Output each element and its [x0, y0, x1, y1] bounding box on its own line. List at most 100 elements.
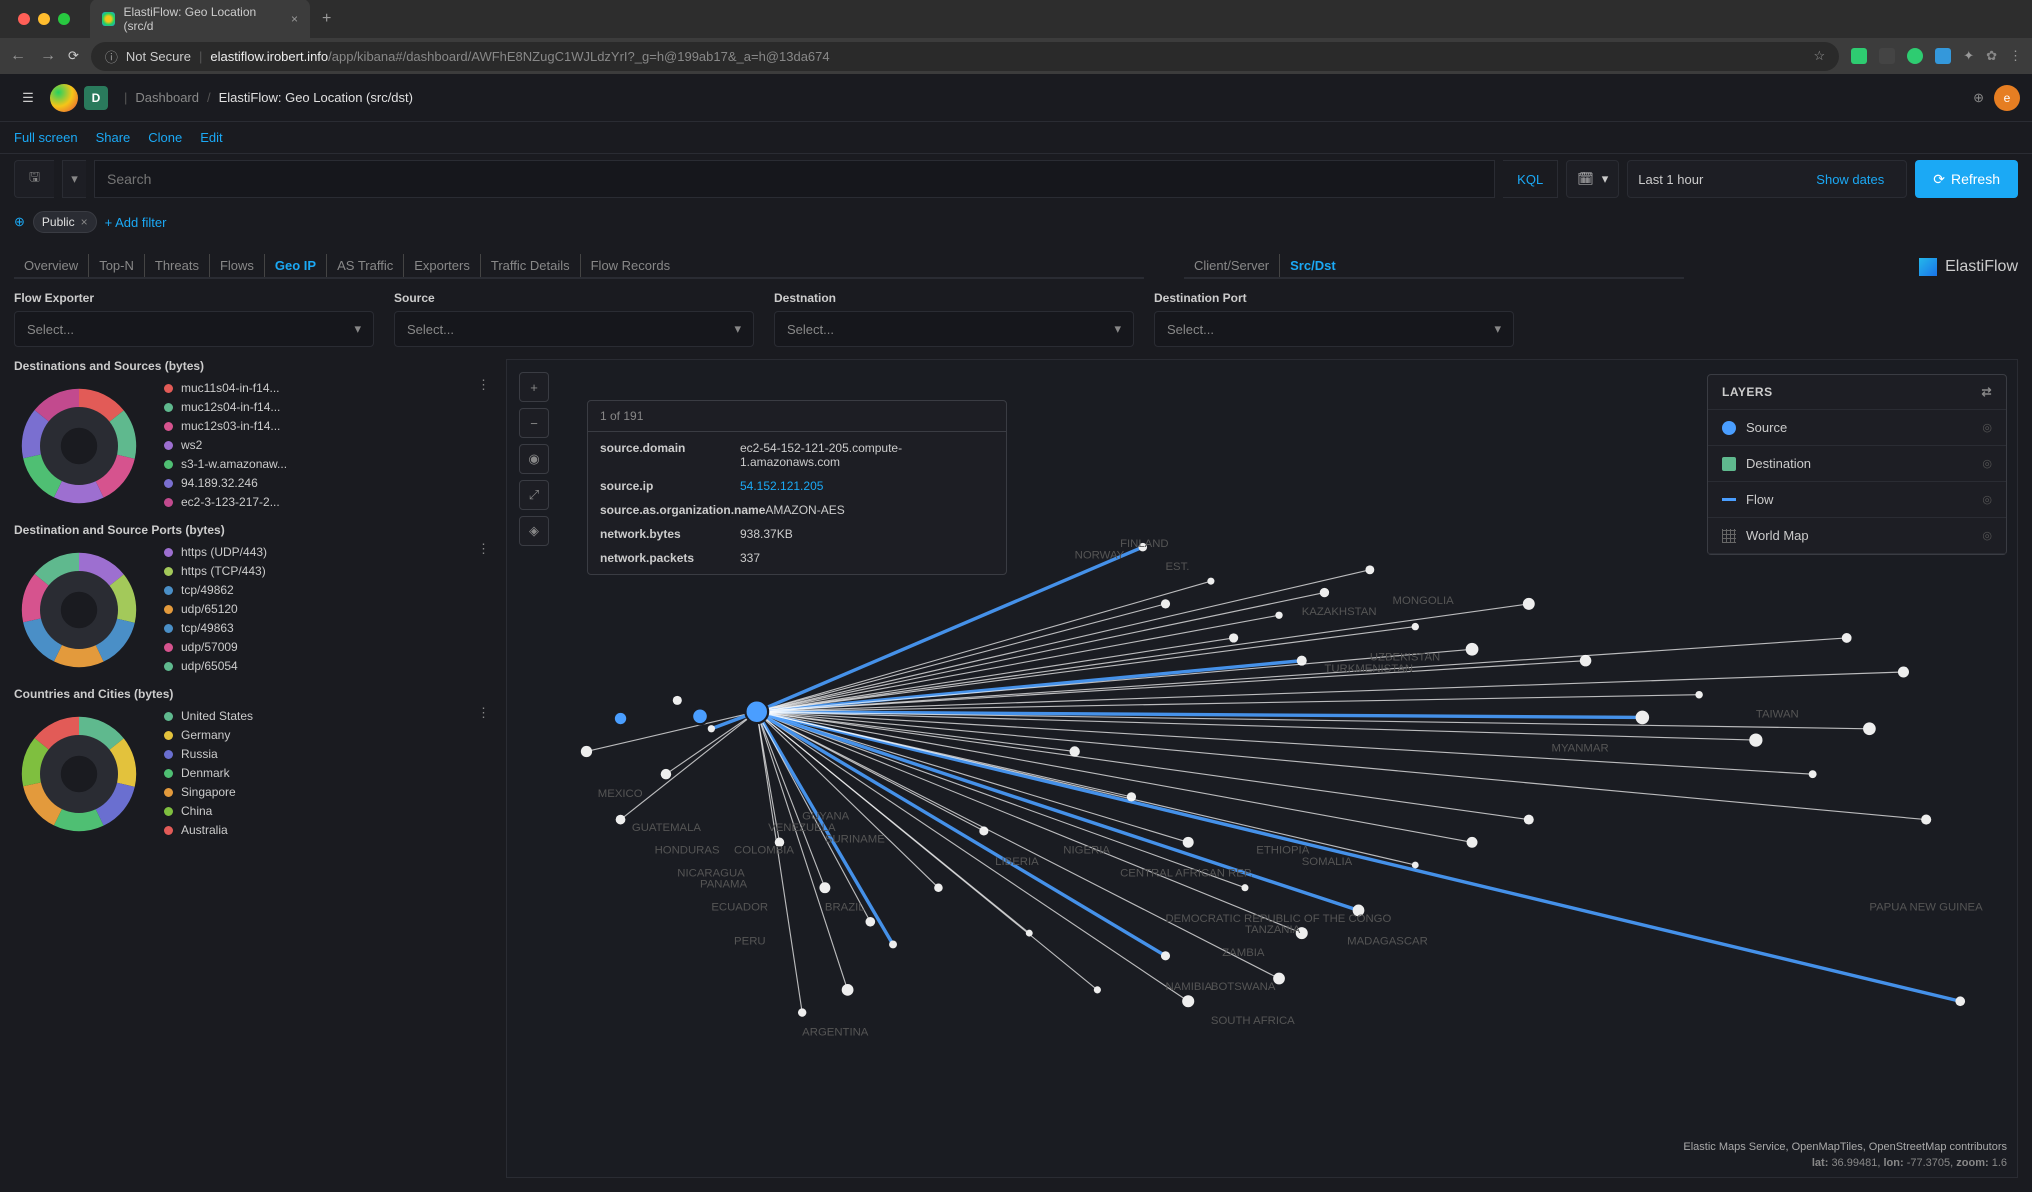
legend-item[interactable]: Australia: [164, 823, 494, 837]
layer-add-icon[interactable]: ⇄: [1981, 385, 1992, 399]
svg-text:MADAGASCAR: MADAGASCAR: [1347, 935, 1428, 947]
close-tab-icon[interactable]: ×: [291, 12, 298, 26]
search-input[interactable]: [94, 160, 1495, 198]
refresh-button[interactable]: ⟳ Refresh: [1915, 160, 2018, 198]
fit-bounds-button[interactable]: ⤢: [519, 480, 549, 510]
filter-select[interactable]: Select...▾: [394, 311, 754, 347]
legend-more-icon[interactable]: ⋮: [477, 705, 490, 721]
layers-title: LAYERS: [1722, 385, 1773, 399]
news-icon[interactable]: ⊕: [1973, 90, 1984, 106]
donut-chart[interactable]: [14, 381, 144, 511]
nav-tab[interactable]: Flow Records: [581, 254, 680, 277]
clone-link[interactable]: Clone: [148, 130, 182, 145]
user-avatar[interactable]: e: [1994, 85, 2020, 111]
extensions-menu-icon[interactable]: ✦: [1963, 48, 1974, 64]
map-panel[interactable]: ⋮⋮⋮ ICELANDNORWAYFINLANDEST.KAZAKHSTANMO…: [506, 359, 2018, 1178]
elastiflow-logo: [1919, 258, 1937, 276]
svg-text:COLOMBIA: COLOMBIA: [734, 845, 794, 857]
kibana-logo[interactable]: [50, 84, 78, 112]
nav-tab[interactable]: Traffic Details: [481, 254, 581, 277]
legend-item[interactable]: tcp/49862: [164, 583, 494, 597]
legend-item[interactable]: muc12s04-in-f14...: [164, 400, 494, 414]
time-range-display[interactable]: Last 1 hour Show dates: [1627, 160, 1907, 198]
reload-button[interactable]: ⟳: [68, 48, 79, 64]
extension-icon[interactable]: [1851, 48, 1867, 64]
filter-toggle-icon[interactable]: ⊕: [14, 214, 25, 230]
date-picker[interactable]: 🗓 ▾: [1566, 160, 1619, 198]
browser-menu-icon[interactable]: ⋮: [2009, 48, 2022, 64]
kql-toggle[interactable]: KQL: [1503, 160, 1558, 198]
bookmark-icon[interactable]: ☆: [1814, 48, 1826, 64]
layers-button[interactable]: ◈: [519, 516, 549, 546]
filter-select[interactable]: Select...▾: [1154, 311, 1514, 347]
address-bar[interactable]: ⓘ Not Secure | elastiflow.irobert.info/a…: [91, 42, 1839, 71]
nav-tab[interactable]: Exporters: [404, 254, 481, 277]
layer-item[interactable]: World Map◎: [1708, 518, 2006, 554]
saved-query-button[interactable]: 🖫: [14, 160, 54, 198]
nav-tab[interactable]: Geo IP: [265, 254, 327, 277]
filter-pill-public[interactable]: Public ×: [33, 211, 97, 233]
legend-item[interactable]: Russia: [164, 747, 494, 761]
zoom-in-button[interactable]: +: [519, 372, 549, 402]
svg-text:SOUTH AFRICA: SOUTH AFRICA: [1211, 1015, 1295, 1027]
legend-more-icon[interactable]: ⋮: [477, 377, 490, 393]
nav-tab[interactable]: Flows: [210, 254, 265, 277]
donut-chart[interactable]: [14, 545, 144, 675]
legend-item[interactable]: 94.189.32.246: [164, 476, 494, 490]
remove-filter-icon[interactable]: ×: [81, 215, 88, 229]
extension-icon[interactable]: [1879, 48, 1895, 64]
nav-tab[interactable]: Threats: [145, 254, 210, 277]
menu-toggle-button[interactable]: ☰: [12, 82, 44, 114]
browser-tab[interactable]: ElastiFlow: Geo Location (src/d ×: [90, 0, 310, 39]
legend-item[interactable]: United States: [164, 709, 494, 723]
legend-item[interactable]: udp/57009: [164, 640, 494, 654]
edit-link[interactable]: Edit: [200, 130, 222, 145]
filter-select[interactable]: Select...▾: [14, 311, 374, 347]
nav-tab[interactable]: Client/Server: [1184, 254, 1280, 277]
legend-item[interactable]: ec2-3-123-217-2...: [164, 495, 494, 509]
legend-item[interactable]: https (UDP/443): [164, 545, 494, 559]
zoom-out-button[interactable]: −: [519, 408, 549, 438]
legend-item[interactable]: muc11s04-in-f14...: [164, 381, 494, 395]
close-window-button[interactable]: [18, 13, 30, 25]
nav-tab[interactable]: AS Traffic: [327, 254, 404, 277]
share-link[interactable]: Share: [96, 130, 131, 145]
nav-tab[interactable]: Overview: [14, 254, 89, 277]
legend-item[interactable]: muc12s03-in-f14...: [164, 419, 494, 433]
add-filter-link[interactable]: + Add filter: [105, 215, 167, 230]
legend-item[interactable]: tcp/49863: [164, 621, 494, 635]
layer-item[interactable]: Flow◎: [1708, 482, 2006, 518]
legend-more-icon[interactable]: ⋮: [477, 541, 490, 557]
donut-chart[interactable]: [14, 709, 144, 839]
legend-item[interactable]: ws2: [164, 438, 494, 452]
legend-item[interactable]: Denmark: [164, 766, 494, 780]
show-dates-link[interactable]: Show dates: [1804, 172, 1896, 187]
legend-item[interactable]: udp/65120: [164, 602, 494, 616]
nav-tab[interactable]: Src/Dst: [1280, 254, 1346, 277]
compass-button[interactable]: ◉: [519, 444, 549, 474]
forward-button[interactable]: →: [40, 47, 56, 65]
legend-item[interactable]: Singapore: [164, 785, 494, 799]
map-coords: lat: 36.99481, lon: -77.3705, zoom: 1.6: [1812, 1157, 2007, 1169]
minimize-window-button[interactable]: [38, 13, 50, 25]
settings-gear-icon[interactable]: ✿: [1986, 48, 1997, 64]
full-screen-link[interactable]: Full screen: [14, 130, 78, 145]
back-button[interactable]: ←: [10, 47, 26, 65]
extension-icon[interactable]: [1907, 48, 1923, 64]
svg-text:DEMOCRATIC REPUBLIC OF THE CON: DEMOCRATIC REPUBLIC OF THE CONGO: [1165, 913, 1391, 925]
layer-item[interactable]: Destination◎: [1708, 446, 2006, 482]
legend-item[interactable]: udp/65054: [164, 659, 494, 673]
nav-tab[interactable]: Top-N: [89, 254, 145, 277]
layer-item[interactable]: Source◎: [1708, 410, 2006, 446]
nav-tabs-left: OverviewTop-NThreatsFlowsGeo IPAS Traffi…: [14, 254, 1144, 279]
legend-item[interactable]: China: [164, 804, 494, 818]
legend-item[interactable]: https (TCP/443): [164, 564, 494, 578]
legend-item[interactable]: s3-1-w.amazonaw...: [164, 457, 494, 471]
filter-select[interactable]: Select...▾: [774, 311, 1134, 347]
extension-icon[interactable]: [1935, 48, 1951, 64]
saved-query-chevron[interactable]: ▾: [62, 160, 86, 198]
breadcrumb-dashboard[interactable]: Dashboard: [135, 90, 199, 105]
maximize-window-button[interactable]: [58, 13, 70, 25]
new-tab-button[interactable]: +: [322, 10, 331, 28]
legend-item[interactable]: Germany: [164, 728, 494, 742]
